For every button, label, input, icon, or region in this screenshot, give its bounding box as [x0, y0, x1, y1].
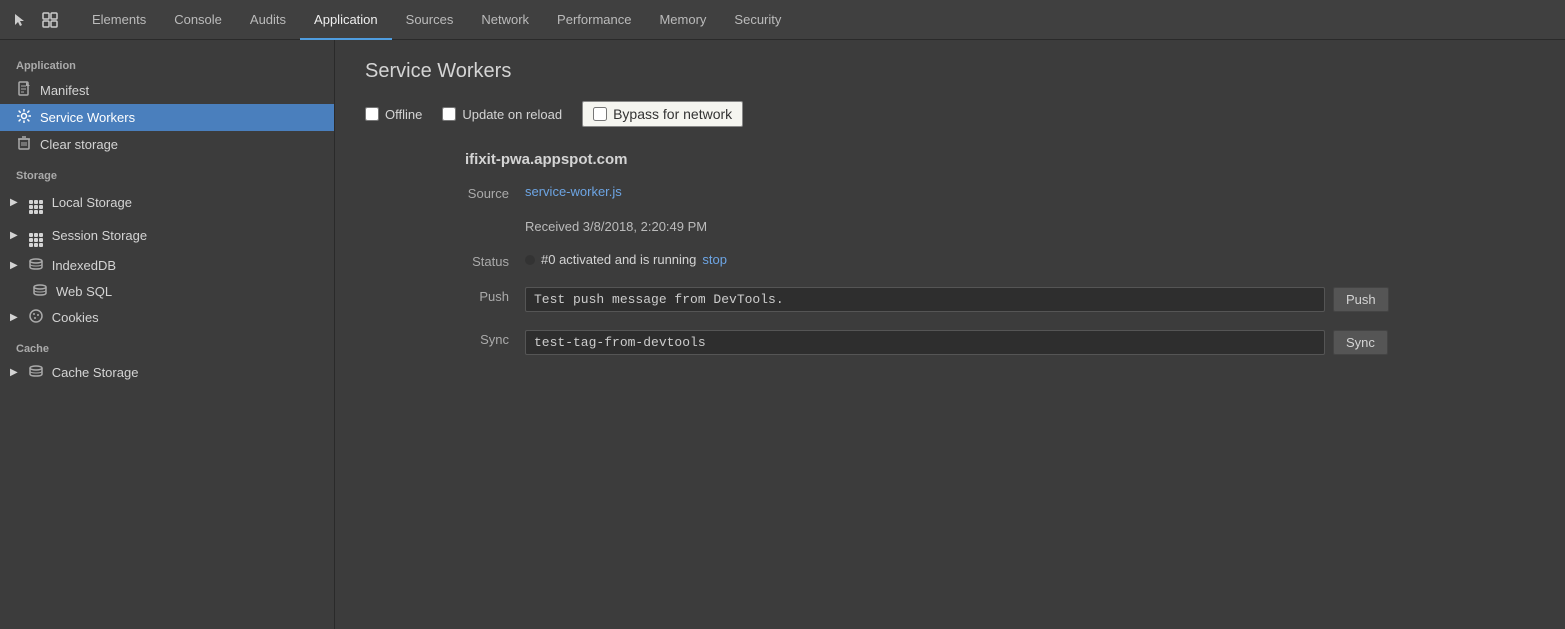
grid-icon-session	[28, 224, 44, 247]
source-label: Source	[445, 184, 525, 201]
sidebar-item-indexeddb[interactable]: ▶ IndexedDB	[0, 252, 334, 278]
db-icon-indexed	[28, 257, 44, 273]
main-area: Application Manifest Service Wor	[0, 40, 1565, 629]
doc-icon	[16, 81, 32, 99]
sidebar-item-label-service-workers: Service Workers	[40, 110, 135, 125]
bypass-for-network-option[interactable]: Bypass for network	[582, 101, 743, 127]
sidebar-item-label-session-storage: Session Storage	[52, 228, 147, 243]
sidebar-item-label-manifest: Manifest	[40, 83, 89, 98]
sidebar-item-session-storage[interactable]: ▶ Session Storage	[0, 219, 334, 252]
status-value: #0 activated and is running stop	[525, 252, 727, 267]
tab-security[interactable]: Security	[720, 1, 795, 40]
received-text: Received 3/8/2018, 2:20:49 PM	[525, 219, 707, 234]
sidebar-item-service-workers[interactable]: Service Workers	[0, 104, 334, 131]
update-on-reload-label: Update on reload	[462, 107, 562, 122]
inspect-icon[interactable]	[38, 8, 62, 32]
trash-icon	[16, 136, 32, 153]
options-row: Offline Update on reload Bypass for netw…	[365, 101, 1535, 127]
cursor-icon[interactable]	[8, 8, 32, 32]
stop-link[interactable]: stop	[702, 252, 727, 267]
cookie-icon	[28, 309, 44, 326]
sync-row: Sync Sync	[365, 330, 1535, 355]
arrow-icon: ▶	[10, 260, 18, 271]
worker-domain: ifixit-pwa.appspot.com	[365, 151, 1535, 168]
sidebar-item-local-storage[interactable]: ▶ Local Storage	[0, 186, 334, 219]
sidebar-item-label-cache-storage: Cache Storage	[52, 365, 139, 380]
sync-input[interactable]	[525, 330, 1325, 355]
sidebar-section-storage: Storage	[0, 158, 334, 186]
tab-audits[interactable]: Audits	[236, 1, 300, 40]
offline-checkbox[interactable]	[365, 107, 379, 121]
push-row: Push Push	[365, 287, 1535, 312]
sync-button[interactable]: Sync	[1333, 330, 1388, 355]
source-row: Source service-worker.js	[365, 184, 1535, 201]
offline-option[interactable]: Offline	[365, 107, 422, 122]
tab-application[interactable]: Application	[300, 1, 392, 40]
tab-elements[interactable]: Elements	[78, 1, 160, 40]
grid-icon-local	[28, 191, 44, 214]
sidebar-item-label-indexeddb: IndexedDB	[52, 258, 116, 273]
sidebar-item-label-local-storage: Local Storage	[52, 195, 132, 210]
bypass-for-network-label: Bypass for network	[613, 106, 732, 122]
top-nav: Elements Console Audits Application Sour…	[0, 0, 1565, 40]
nav-icon-group	[8, 8, 62, 32]
source-link[interactable]: service-worker.js	[525, 184, 622, 199]
update-on-reload-option[interactable]: Update on reload	[442, 107, 562, 122]
arrow-icon: ▶	[10, 230, 18, 241]
sync-controls: Sync	[525, 330, 1388, 355]
offline-label: Offline	[385, 107, 422, 122]
tab-console[interactable]: Console	[160, 1, 236, 40]
arrow-icon: ▶	[10, 312, 18, 323]
gear-icon	[16, 109, 32, 126]
sync-label: Sync	[445, 330, 525, 347]
sidebar-item-cookies[interactable]: ▶ Cookies	[0, 304, 334, 331]
sidebar-section-application: Application	[0, 48, 334, 76]
db-icon-cache	[28, 364, 44, 380]
nav-tabs: Elements Console Audits Application Sour…	[78, 0, 795, 39]
update-on-reload-checkbox[interactable]	[442, 107, 456, 121]
sidebar-item-label-web-sql: Web SQL	[56, 284, 112, 299]
db-icon-websql	[32, 283, 48, 299]
tab-sources[interactable]: Sources	[392, 1, 468, 40]
sidebar-section-cache: Cache	[0, 331, 334, 359]
sidebar-item-label-cookies: Cookies	[52, 310, 99, 325]
arrow-icon: ▶	[10, 367, 18, 378]
tab-network[interactable]: Network	[467, 1, 543, 40]
sidebar: Application Manifest Service Wor	[0, 40, 335, 629]
tab-memory[interactable]: Memory	[645, 1, 720, 40]
sidebar-item-cache-storage[interactable]: ▶ Cache Storage	[0, 359, 334, 385]
content-area: Service Workers Offline Update on reload…	[335, 40, 1565, 629]
push-input[interactable]	[525, 287, 1325, 312]
arrow-icon: ▶	[10, 197, 18, 208]
source-value: service-worker.js	[525, 184, 622, 199]
status-text: #0 activated and is running	[541, 252, 696, 267]
push-controls: Push	[525, 287, 1389, 312]
received-spacer	[445, 219, 525, 221]
bypass-for-network-checkbox[interactable]	[593, 107, 607, 121]
status-label: Status	[445, 252, 525, 269]
page-title: Service Workers	[365, 60, 1535, 83]
push-button[interactable]: Push	[1333, 287, 1389, 312]
push-label: Push	[445, 287, 525, 304]
sidebar-item-web-sql[interactable]: Web SQL	[0, 278, 334, 304]
status-dot-icon	[525, 255, 535, 265]
received-row: Received 3/8/2018, 2:20:49 PM	[365, 219, 1535, 234]
tab-performance[interactable]: Performance	[543, 1, 645, 40]
sidebar-item-clear-storage[interactable]: Clear storage	[0, 131, 334, 158]
sidebar-item-manifest[interactable]: Manifest	[0, 76, 334, 104]
status-row: Status #0 activated and is running stop	[365, 252, 1535, 269]
sidebar-item-label-clear-storage: Clear storage	[40, 137, 118, 152]
